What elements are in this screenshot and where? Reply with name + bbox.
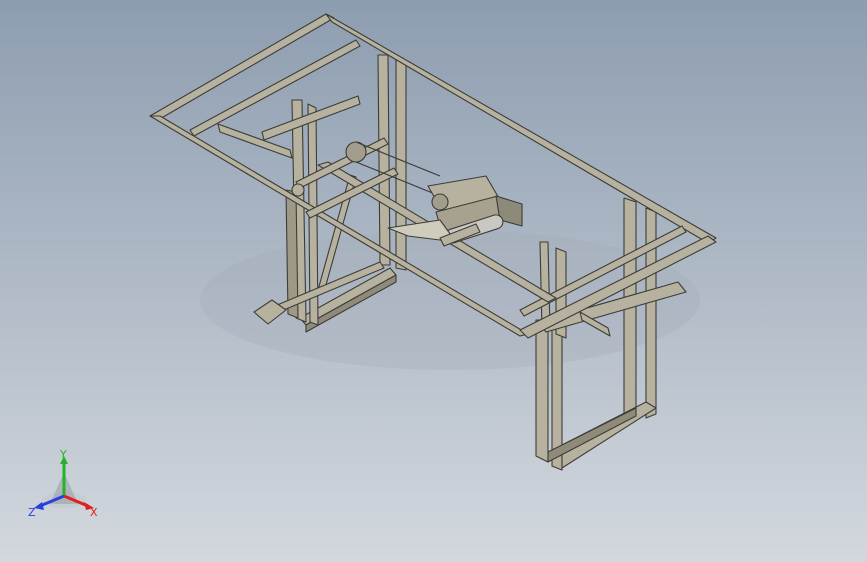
left-rear-post-2[interactable] (395, 59, 407, 271)
model-view[interactable] (0, 0, 867, 562)
motor-pulley[interactable] (431, 193, 449, 211)
z-axis-label: Z (28, 506, 36, 519)
pivot-bearing[interactable] (291, 183, 305, 197)
y-axis-label: Y (59, 448, 67, 461)
right-leg-post-rear-2[interactable] (645, 207, 657, 419)
graphics-viewport[interactable]: Y X Z (0, 0, 867, 562)
left-rear-post[interactable] (377, 54, 391, 266)
x-axis-label: X (90, 506, 98, 519)
right-leg-post-front[interactable] (535, 319, 549, 463)
orientation-triad[interactable]: Y X Z (26, 448, 102, 522)
